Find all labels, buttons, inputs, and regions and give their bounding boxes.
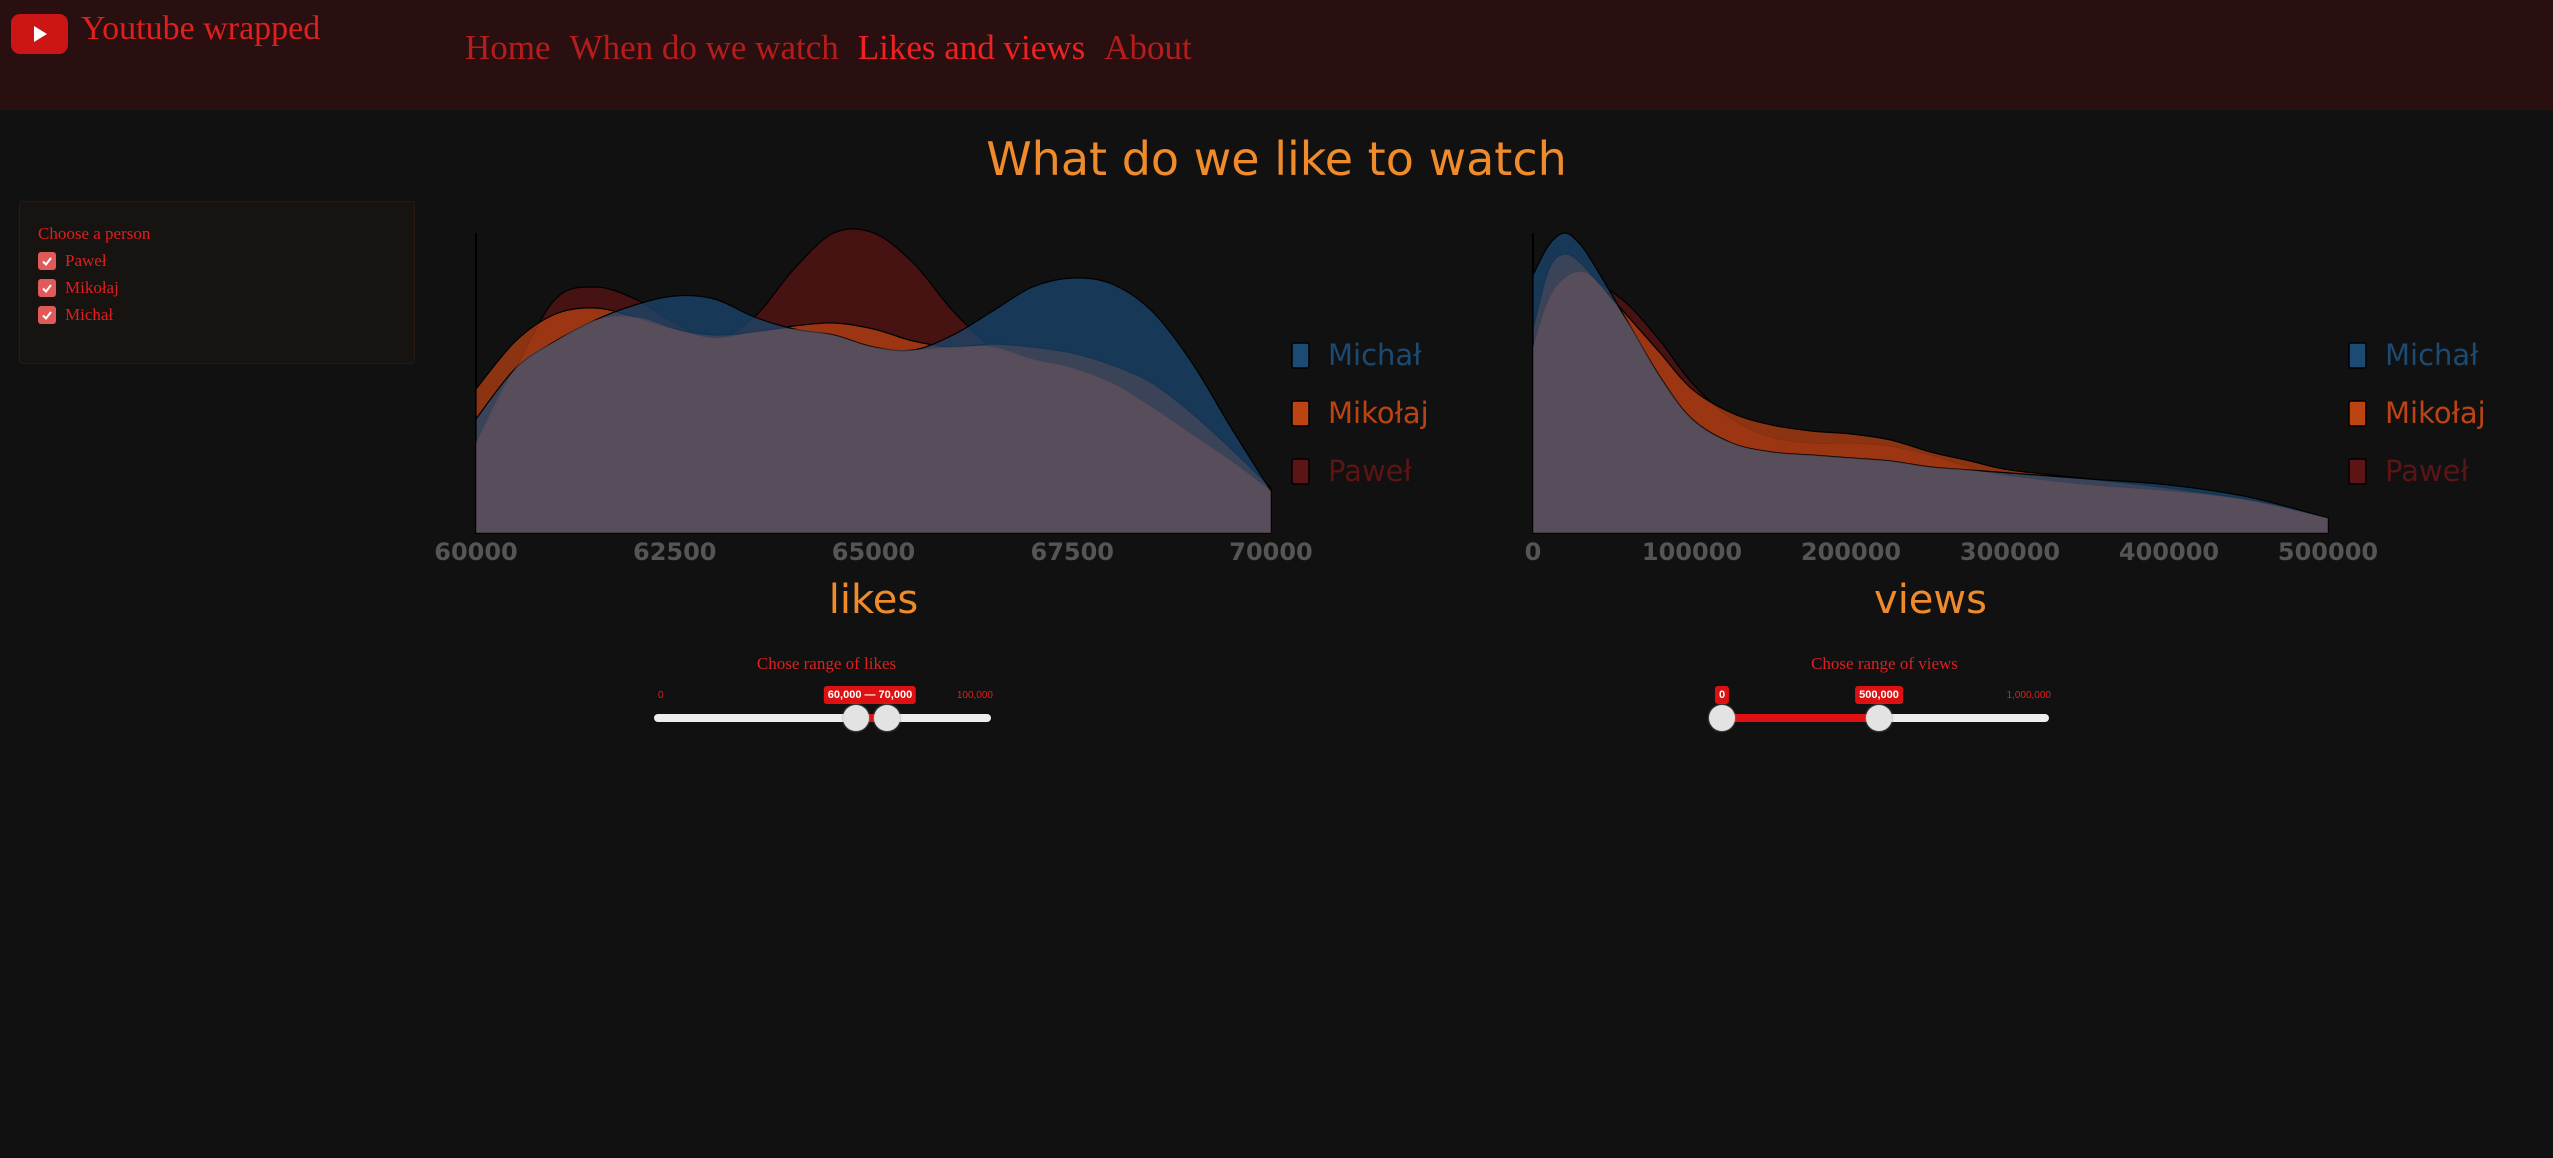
x-tick-label: 200000 [1801, 538, 1901, 566]
x-axis-title: likes [829, 577, 918, 623]
person-option-pawel[interactable]: Paweł [38, 251, 107, 271]
x-tick-label: 100000 [1642, 538, 1742, 566]
legend-swatch-paweł [1291, 458, 1310, 485]
top-navbar: Youtube wrapped Home When do we watch Li… [0, 0, 2553, 110]
checkbox-pawel[interactable] [38, 252, 56, 270]
person-filter-panel: Choose a person Paweł Mikołaj Michał [19, 201, 415, 364]
slider-selected-range [1722, 714, 1879, 722]
person-option-michal[interactable]: Michał [38, 305, 113, 325]
filter-title: Choose a person [38, 224, 151, 243]
x-axis-title: views [1874, 577, 1987, 623]
x-tick-label: 60000 [434, 538, 518, 566]
likes-range-slider: Chose range of likes 0 100,000 60,000 — … [654, 652, 999, 737]
slider-max-label: 100,000 [956, 690, 993, 701]
x-tick-label: 300000 [1960, 538, 2060, 566]
slider-range-tag: 60,000 — 70,000 [823, 686, 917, 704]
x-tick-label: 62500 [633, 538, 717, 566]
main-nav: Home When do we watch Likes and views Ab… [465, 28, 1192, 68]
slider-high-tag: 500,000 [1855, 686, 1903, 704]
x-tick-label: 500000 [2278, 538, 2378, 566]
slider-track[interactable] [654, 714, 991, 722]
x-tick-label: 400000 [2119, 538, 2219, 566]
slider-high-handle[interactable] [1866, 705, 1892, 731]
person-label: Michał [65, 305, 114, 324]
slider-low-handle[interactable] [843, 705, 869, 731]
check-icon [42, 257, 52, 267]
legend-swatch-michał [2348, 342, 2367, 369]
nav-about[interactable]: About [1104, 28, 1192, 68]
slider-low-handle[interactable] [1709, 705, 1735, 731]
x-tick-label: 65000 [832, 538, 916, 566]
check-icon [42, 311, 52, 321]
views-density-chart: 0 100000 200000 300000 400000 500000 views Mich… [1525, 232, 2486, 623]
person-label: Paweł [65, 251, 107, 270]
page-title: What do we like to watch [986, 132, 1567, 186]
checkbox-michal[interactable] [38, 306, 56, 324]
youtube-logo-icon[interactable] [11, 14, 68, 54]
nav-home[interactable]: Home [465, 28, 551, 68]
slider-min-label: 0 [658, 690, 664, 701]
checkbox-mikolaj[interactable] [38, 279, 56, 297]
legend-label-paweł: Paweł [1328, 454, 1413, 488]
slider-title: Chose range of views [1811, 654, 1958, 673]
x-tick-label: 70000 [1229, 538, 1313, 566]
legend-swatch-mikołaj [2348, 400, 2367, 427]
x-tick-label: 0 [1525, 538, 1542, 566]
slider-high-handle[interactable] [874, 705, 900, 731]
legend-label-mikołaj: Mikołaj [1328, 396, 1429, 430]
legend-label-mikołaj: Mikołaj [2385, 396, 2486, 430]
legend-swatch-michał [1291, 342, 1310, 369]
check-icon [42, 284, 52, 294]
legend-swatch-mikołaj [1291, 400, 1310, 427]
slider-title: Chose range of likes [756, 654, 897, 673]
person-option-mikolaj[interactable]: Mikołaj [38, 278, 119, 298]
likes-density-chart: 60000 62500 65000 67500 70000 likes Michał Miko… [434, 228, 1429, 623]
legend-label-michał: Michał [1328, 338, 1422, 372]
person-label: Mikołaj [65, 278, 119, 297]
legend-label-paweł: Paweł [2385, 454, 2470, 488]
slider-low-tag: 0 [1714, 686, 1730, 704]
slider-max-label: 1,000,000 [2006, 690, 2052, 701]
legend-swatch-paweł [2348, 458, 2367, 485]
legend-label-michał: Michał [2385, 338, 2479, 372]
x-tick-label: 67500 [1031, 538, 1115, 566]
views-range-slider: Chose range of views 1,000,000 0 500,000 [1709, 652, 2057, 737]
nav-likes-and-views[interactable]: Likes and views [858, 28, 1085, 68]
nav-when-do-we-watch[interactable]: When do we watch [570, 28, 839, 68]
app-title[interactable]: Youtube wrapped [81, 10, 320, 48]
